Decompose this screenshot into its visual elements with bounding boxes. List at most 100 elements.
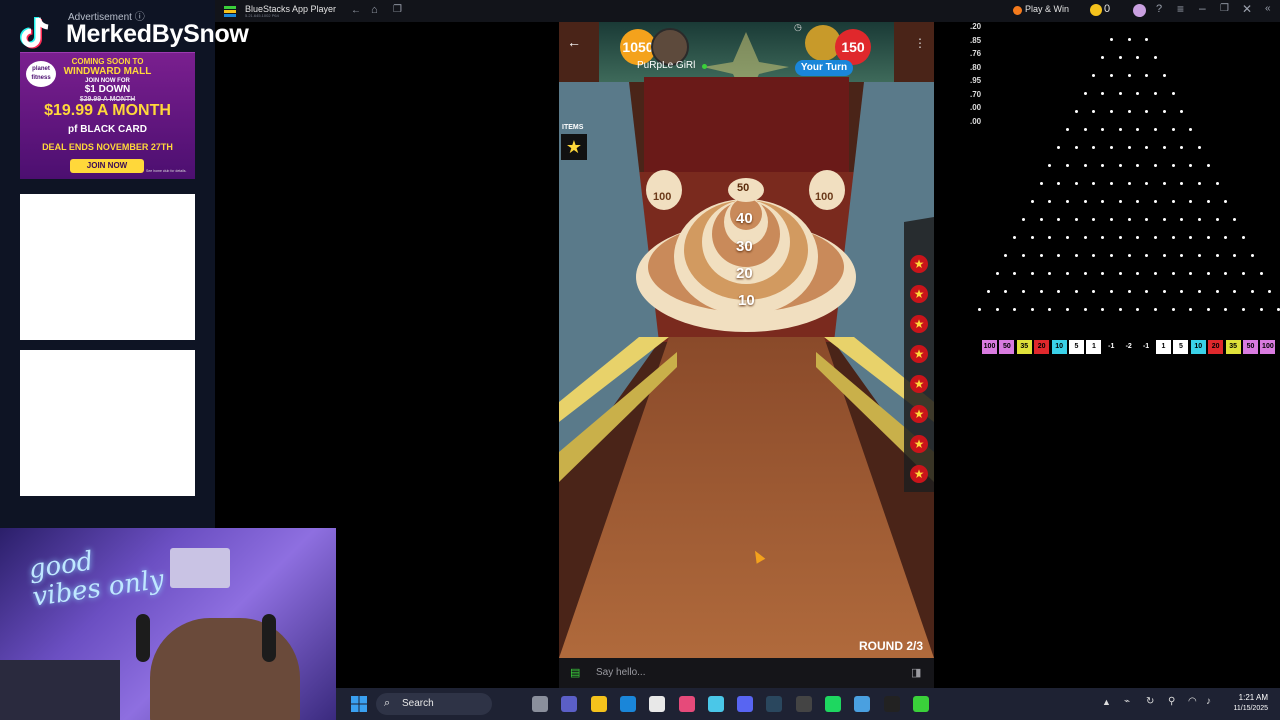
star-powerup-icon[interactable]: ★ xyxy=(910,345,928,363)
clock-time[interactable]: 1:21 AM xyxy=(1228,693,1268,702)
plinko-peg xyxy=(1065,236,1069,239)
back-icon[interactable]: « xyxy=(1265,3,1271,14)
plinko-peg xyxy=(1153,164,1157,167)
planet-fitness-ad[interactable]: planet fitness COMING SOON TO WINDWARD M… xyxy=(20,52,195,179)
plinko-peg xyxy=(1030,200,1034,203)
plinko-peg xyxy=(1074,110,1078,113)
star-powerup-icon[interactable]: ★ xyxy=(910,465,928,483)
plinko-peg xyxy=(1083,200,1087,203)
plinko-peg xyxy=(1136,200,1140,203)
headphones xyxy=(262,614,276,662)
plinko-peg xyxy=(1065,164,1069,167)
plinko-peg xyxy=(1109,146,1113,149)
store-icon[interactable] xyxy=(649,696,666,712)
plinko-peg xyxy=(1118,200,1122,203)
windows-taskbar: Search ⌕ ▲ ⌁ ↻ ⚲ ◠ ♪ 1:21 AM 11/15/2025 xyxy=(336,688,1280,720)
clock-date[interactable]: 11/15/2025 xyxy=(1222,705,1268,712)
plinko-peg xyxy=(1171,164,1175,167)
plinko-slot: 50 xyxy=(999,340,1015,354)
close-icon[interactable]: ✕ xyxy=(1242,2,1252,16)
plinko-peg xyxy=(1013,236,1017,239)
plinko-peg xyxy=(1065,272,1069,275)
teams-icon[interactable] xyxy=(561,696,578,712)
vpn-icon[interactable]: ⚲ xyxy=(1168,696,1175,707)
plinko-peg xyxy=(1048,200,1052,203)
plinko-peg xyxy=(1206,164,1210,167)
chat-input[interactable]: Say hello... xyxy=(596,667,645,678)
sticker-icon[interactable]: ◨ xyxy=(911,666,921,679)
plinko-peg xyxy=(1215,218,1219,221)
plinko-peg xyxy=(1118,92,1122,95)
multiplier-value: .20 xyxy=(970,22,982,31)
steam-icon[interactable] xyxy=(766,696,783,712)
plinko-peg xyxy=(1162,254,1166,257)
plinko-peg xyxy=(1039,254,1043,257)
show-hidden-icons[interactable]: ▲ xyxy=(1102,697,1111,707)
plinko-peg xyxy=(1241,272,1245,275)
skee-ball-game[interactable]: ← 1050 PuRpLe GiRl ◷ 150 Your Turn ⋮ ITE… xyxy=(559,22,934,658)
epic-games-icon[interactable] xyxy=(883,696,900,712)
star-powerup-icon[interactable]: ★ xyxy=(910,405,928,423)
plinko-peg xyxy=(1083,92,1087,95)
plinko-peg xyxy=(1004,254,1008,257)
more-options-icon[interactable]: ⋮ xyxy=(914,36,926,50)
streamer-name: MerkedBySnow xyxy=(66,20,249,48)
plinko-peg xyxy=(1074,254,1078,257)
items-star-button[interactable]: ★ xyxy=(561,134,587,160)
taskbar-search[interactable]: Search xyxy=(376,693,492,715)
plinko-peg xyxy=(1189,164,1193,167)
star-powerup-icon[interactable]: ★ xyxy=(910,375,928,393)
target-10: 10 xyxy=(738,292,755,309)
menu-icon[interactable]: ≡ xyxy=(1177,2,1184,16)
folder-icon[interactable] xyxy=(590,696,607,712)
spotify-icon[interactable] xyxy=(825,696,841,712)
plinko-peg xyxy=(1189,128,1193,131)
sync-icon[interactable]: ↻ xyxy=(1146,696,1154,707)
plinko-peg xyxy=(1118,308,1122,311)
volume-icon[interactable]: ♪ xyxy=(1206,696,1211,707)
plinko-peg xyxy=(1109,254,1113,257)
notepad-icon[interactable] xyxy=(854,696,871,712)
back-icon[interactable]: ← xyxy=(351,5,361,16)
back-arrow-icon[interactable]: ← xyxy=(567,34,581,50)
ad-join-button[interactable]: JOIN NOW xyxy=(70,159,144,173)
edge-icon[interactable] xyxy=(619,696,636,712)
plinko-peg xyxy=(1153,308,1157,311)
plinko-peg xyxy=(1092,218,1096,221)
plinko-slot: 35 xyxy=(1225,340,1241,354)
wifi-icon[interactable]: ◠ xyxy=(1188,696,1197,707)
star-powerup-icon[interactable]: ★ xyxy=(910,315,928,333)
target-20: 20 xyxy=(736,265,753,282)
chat-bar: ▤ Say hello... ◨ xyxy=(559,658,934,688)
restore-icon[interactable]: ❐ xyxy=(1220,3,1229,14)
plinko-peg xyxy=(1215,254,1219,257)
ad-line: pf BLACK CARD xyxy=(68,124,147,135)
plinko-peg xyxy=(1118,272,1122,275)
plinko-slot: 100 xyxy=(1260,340,1276,354)
multi-instance-icon[interactable]: ❐ xyxy=(393,4,402,15)
bluestacks-icon[interactable] xyxy=(912,696,929,712)
file-explorer-icon[interactable] xyxy=(532,696,548,712)
copilot-icon[interactable] xyxy=(707,696,724,712)
plinko-peg xyxy=(1030,272,1034,275)
minimize-icon[interactable]: – xyxy=(1199,1,1206,15)
home-icon[interactable]: ⌂ xyxy=(371,4,378,16)
play-win-icon[interactable] xyxy=(1013,6,1022,15)
plinko-peg xyxy=(1092,182,1096,185)
pinterest-icon[interactable] xyxy=(678,696,695,712)
windows-start-icon[interactable] xyxy=(351,696,367,712)
profile-avatar-icon[interactable] xyxy=(1133,4,1146,17)
star-powerup-icon[interactable]: ★ xyxy=(910,255,928,273)
network-icon[interactable]: ⌁ xyxy=(1124,696,1130,707)
play-and-win-button[interactable]: Play & Win xyxy=(1025,4,1069,14)
help-icon[interactable]: ? xyxy=(1156,3,1162,15)
star-powerup-icon[interactable]: ★ xyxy=(910,435,928,453)
plinko-peg xyxy=(1162,74,1166,77)
plinko-peg xyxy=(1048,272,1052,275)
star-powerup-icon[interactable]: ★ xyxy=(910,285,928,303)
plinko-peg xyxy=(1206,272,1210,275)
obs-icon[interactable] xyxy=(795,696,812,712)
plinko-peg xyxy=(1136,56,1140,59)
plinko-peg xyxy=(1145,38,1149,41)
discord-icon[interactable] xyxy=(737,696,754,712)
